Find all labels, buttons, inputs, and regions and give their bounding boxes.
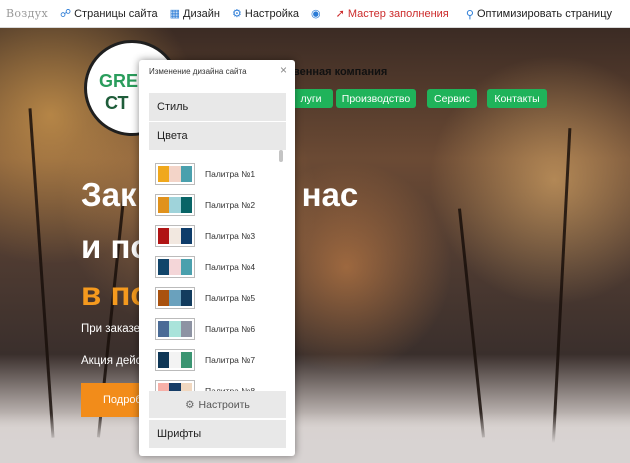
gear-icon: ⚙	[232, 8, 242, 20]
eye-icon: ◉	[311, 8, 321, 20]
settings-label: Настройка	[244, 7, 300, 20]
tree-silhouette	[28, 108, 55, 438]
palette-swatch	[155, 286, 195, 309]
palette-color	[158, 258, 170, 275]
preview-button[interactable]: ◉	[311, 7, 324, 20]
palette-color	[180, 227, 192, 244]
section-style[interactable]: Стиль	[149, 93, 286, 121]
palette-scrollbar[interactable]	[279, 150, 283, 162]
nav-service[interactable]: Сервис	[427, 89, 477, 108]
palette-item[interactable]: Палитра №2	[149, 189, 278, 220]
palette-color	[180, 196, 192, 213]
palette-color	[180, 320, 192, 337]
palette-color	[169, 289, 181, 306]
palette-item[interactable]: Палитра №6	[149, 313, 278, 344]
palette-color	[180, 289, 192, 306]
palette-color	[169, 227, 181, 244]
design-label: Дизайн	[183, 7, 220, 20]
palette-label: Палитра №3	[205, 230, 256, 241]
palette-swatch	[155, 193, 195, 216]
optimize-page-label: Оптимизировать страницу	[476, 8, 612, 20]
tree-silhouette	[551, 128, 572, 448]
palette-label: Палитра №6	[205, 323, 256, 334]
nav-services[interactable]: луги	[289, 89, 333, 108]
toolbar-logo[interactable]: Воздух	[6, 7, 48, 20]
palette-item[interactable]: Палитра №3	[149, 220, 278, 251]
palette-swatch	[155, 224, 195, 247]
palette-color	[158, 227, 170, 244]
design-link[interactable]: ▦ Дизайн	[169, 7, 220, 21]
site-pages-link[interactable]: ☍ Страницы сайта	[59, 7, 158, 21]
palette-list: Палитра №1 Палитра №2 Палитра №3 Палитра…	[149, 156, 286, 396]
close-icon[interactable]: ×	[280, 63, 287, 77]
search-icon: ⚲	[465, 8, 474, 21]
palette-color	[158, 320, 170, 337]
palette-color	[169, 320, 181, 337]
palette-label: Палитра №4	[205, 261, 256, 272]
palette-color	[158, 351, 170, 368]
palette-color	[158, 165, 170, 182]
nav-production[interactable]: Производство	[336, 89, 416, 108]
palette-swatch	[155, 348, 195, 371]
palette-color	[180, 351, 192, 368]
palette-color	[180, 165, 192, 182]
gear-icon: ⚙	[185, 398, 195, 411]
palette-item[interactable]: Палитра №1	[149, 158, 278, 189]
palette-label: Палитра №1	[205, 168, 256, 179]
snow-ground	[0, 413, 630, 463]
wand-icon: ➚	[335, 8, 345, 20]
palette-color	[169, 351, 181, 368]
settings-link[interactable]: ⚙ Настройка	[232, 7, 300, 21]
palette-label: Палитра №7	[205, 354, 256, 365]
configure-label: Настроить	[198, 398, 250, 411]
company-tagline: венная компания	[293, 66, 388, 78]
palette-label: Палитра №2	[205, 199, 256, 210]
palette-color	[169, 196, 181, 213]
palette-color	[158, 289, 170, 306]
palette-swatch	[155, 317, 195, 340]
link-icon: ☍	[59, 8, 72, 20]
palette-color	[180, 258, 192, 275]
section-fonts[interactable]: Шрифты	[149, 420, 286, 448]
palette-item[interactable]: Палитра №4	[149, 251, 278, 282]
fill-wizard-link[interactable]: ➚ Мастер заполнения	[335, 7, 449, 21]
palette-swatch	[155, 162, 195, 185]
palette-color	[158, 196, 170, 213]
design-panel-title: Изменение дизайна сайта	[149, 67, 247, 76]
tree-silhouette	[457, 208, 486, 438]
admin-toolbar: Воздух ☍ Страницы сайта ▦ Дизайн ⚙ Настр…	[0, 0, 630, 28]
optimize-page-link[interactable]: ⚲ Оптимизировать страницу	[466, 0, 612, 28]
palette-swatch	[155, 255, 195, 278]
image-icon: ▦	[169, 8, 181, 20]
palette-label: Палитра №5	[205, 292, 256, 303]
nav-contacts[interactable]: Контакты	[487, 89, 547, 108]
palette-item[interactable]: Палитра №7	[149, 344, 278, 375]
palette-color	[169, 258, 181, 275]
palette-item[interactable]: Палитра №5	[149, 282, 278, 313]
section-colors[interactable]: Цвета	[149, 122, 286, 150]
design-panel: Изменение дизайна сайта × Стиль Цвета Па…	[139, 60, 295, 456]
palette-color	[169, 165, 181, 182]
site-pages-label: Страницы сайта	[74, 7, 158, 20]
site-logo-text-bottom: СТ	[105, 93, 129, 113]
configure-button[interactable]: ⚙ Настроить	[149, 391, 286, 418]
fill-wizard-label: Мастер заполнения	[347, 7, 449, 20]
